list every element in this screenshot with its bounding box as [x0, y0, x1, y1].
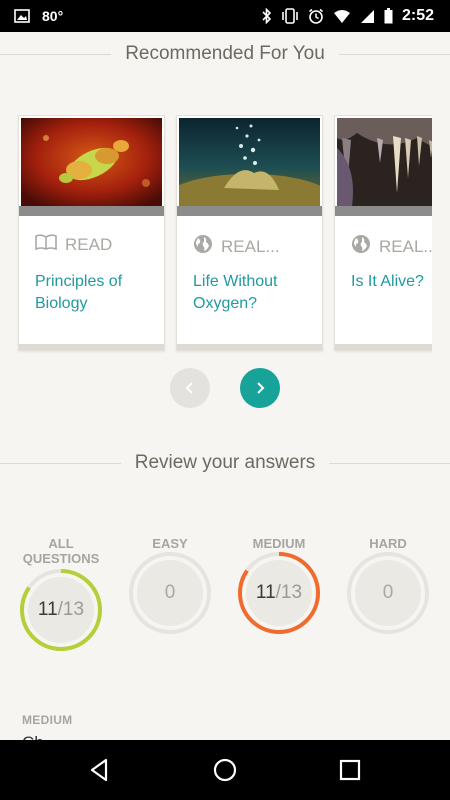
carousel-next-button[interactable] [240, 368, 280, 408]
stat-ring-easy[interactable]: 0 [128, 551, 212, 635]
card-type: REAL... [351, 234, 432, 259]
stat-label: EASY [152, 536, 188, 551]
stat-medium[interactable]: MEDIUM [229, 536, 329, 551]
card-title[interactable]: Principles of Biology [35, 271, 156, 315]
stat-correct: 11 [37, 599, 58, 620]
card-image-vent [179, 118, 320, 206]
recommended-carousel[interactable]: READ Principles of Biology REAL... Life … [0, 115, 432, 355]
recents-button[interactable] [337, 757, 363, 783]
card-type-label: REAL... [221, 236, 280, 256]
card-title[interactable]: Life Without Oxygen? [193, 271, 314, 315]
card-type: READ [35, 234, 112, 255]
clock-text: 2:52 [401, 7, 434, 24]
divider [0, 53, 112, 55]
stat-ring-medium[interactable]: 11/13 [237, 551, 321, 635]
stat-correct: 11 [255, 582, 276, 603]
question-section-label: MEDIUM [22, 713, 73, 727]
stat-hard[interactable]: HARD [338, 536, 438, 551]
review-header: Review your answers [0, 448, 450, 478]
temperature-text: 80° [42, 8, 64, 24]
alarm-icon [308, 8, 324, 24]
divider [338, 53, 450, 55]
wifi-icon [333, 9, 351, 24]
card-type-label: READ [65, 234, 113, 254]
card-progress-bar [335, 206, 432, 216]
bluetooth-icon [262, 8, 272, 24]
stat-value: 0 [382, 582, 394, 603]
recommended-card[interactable]: REAL... Is It Alive? [334, 115, 432, 351]
card-type-label: REAL... [379, 236, 432, 256]
recommended-title: Recommended For You [125, 43, 325, 64]
battery-icon [384, 8, 393, 24]
status-bar: 80° 2:52 [0, 0, 450, 32]
vibrate-icon [281, 8, 299, 24]
system-nav-bar [0, 740, 450, 800]
card-progress-bar [19, 206, 164, 216]
stat-total: /13 [57, 599, 85, 620]
divider [329, 462, 450, 464]
review-title: Review your answers [134, 452, 316, 473]
stat-value: 0 [164, 582, 176, 603]
card-image-cells [21, 118, 162, 206]
stat-all-questions[interactable]: ALL QUESTIONS [11, 536, 111, 566]
image-notification-icon [14, 9, 30, 23]
stat-ring-hard[interactable]: 0 [346, 551, 430, 635]
stat-total: /13 [275, 582, 303, 603]
divider [0, 462, 121, 464]
stat-easy[interactable]: EASY [120, 536, 220, 551]
card-footer [177, 344, 322, 350]
stat-label: HARD [369, 536, 407, 551]
stat-label: MEDIUM [252, 536, 306, 551]
chevron-right-icon [257, 382, 265, 394]
home-circle-icon [213, 758, 237, 782]
chevron-left-icon [185, 382, 193, 394]
back-triangle-icon [90, 758, 108, 782]
globe-icon [351, 234, 371, 259]
back-button[interactable] [87, 757, 113, 783]
card-footer [335, 344, 432, 350]
recommended-header: Recommended For You [0, 39, 450, 69]
signal-icon [360, 9, 375, 24]
stat-label: ALL QUESTIONS [22, 536, 100, 566]
book-icon [35, 234, 57, 255]
carousel-prev-button[interactable] [170, 368, 210, 408]
card-progress-bar [177, 206, 322, 216]
globe-icon [193, 234, 213, 259]
stat-ring-all[interactable]: 11/13 [19, 568, 103, 652]
recents-square-icon [339, 759, 361, 781]
card-type: REAL... [193, 234, 280, 259]
recommended-card[interactable]: READ Principles of Biology [18, 115, 165, 351]
recommended-card[interactable]: REAL... Life Without Oxygen? [176, 115, 323, 351]
card-title[interactable]: Is It Alive? [351, 271, 432, 293]
card-footer [19, 344, 164, 350]
card-image-cave [337, 118, 432, 206]
home-button[interactable] [212, 757, 238, 783]
